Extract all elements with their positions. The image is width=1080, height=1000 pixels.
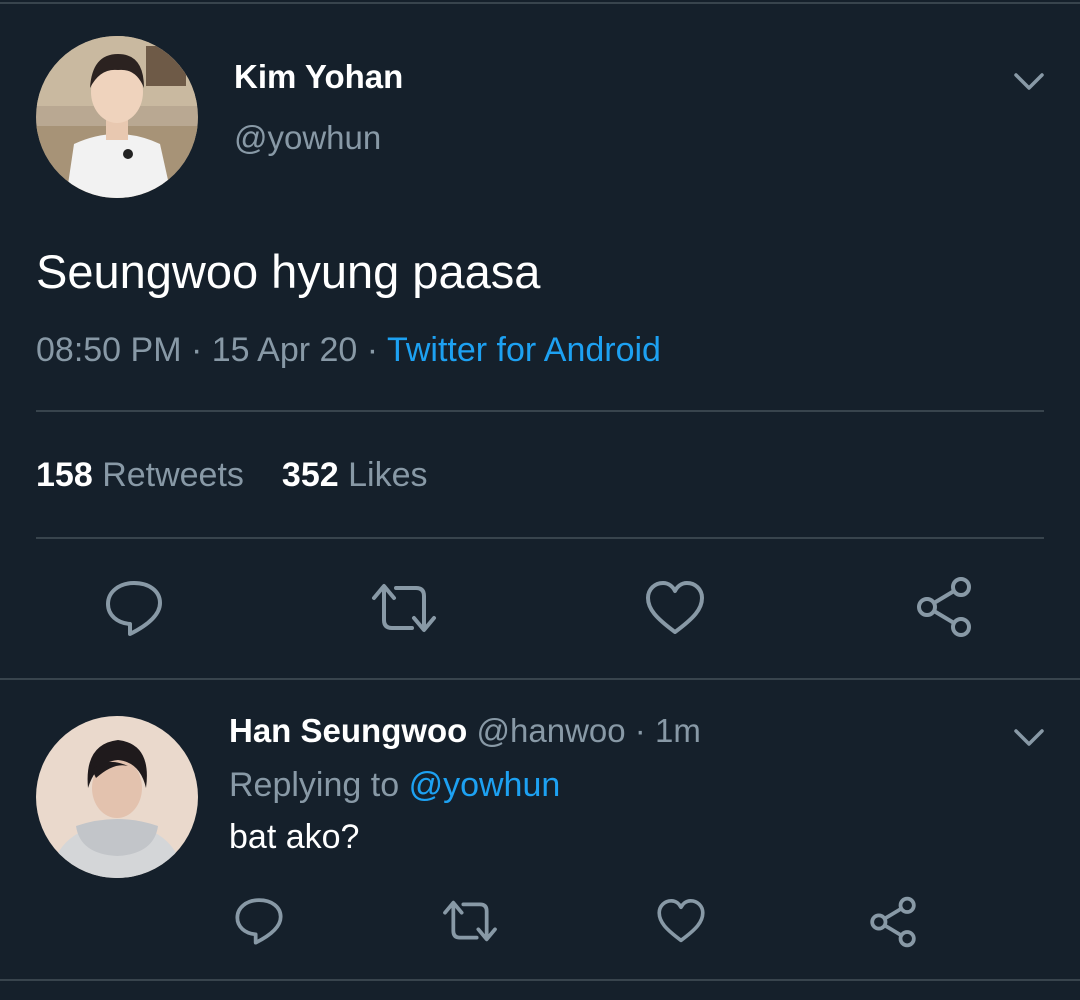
retweet-icon[interactable] — [440, 896, 500, 946]
mention-link[interactable]: @yowhun — [409, 766, 561, 804]
user-handle[interactable]: @yowhun — [234, 119, 381, 157]
likes-stat[interactable]: 352 Likes — [282, 456, 428, 494]
retweet-count: 158 — [36, 456, 93, 494]
tweet-time-ago: 1m — [654, 712, 701, 749]
tweet-detail-screen: Kim Yohan @yowhun Seungwoo hyung paasa 0… — [0, 0, 1080, 1000]
avatar[interactable] — [36, 716, 198, 878]
divider — [0, 979, 1080, 981]
tweet-text: Seungwoo hyung paasa — [36, 245, 541, 298]
share-icon[interactable] — [868, 896, 918, 948]
tweet-source-link[interactable]: Twitter for Android — [387, 331, 661, 369]
retweet-label: Retweets — [102, 456, 244, 494]
chevron-down-icon[interactable] — [1012, 722, 1046, 752]
divider — [36, 410, 1044, 412]
separator: · — [366, 331, 379, 369]
reply-header: Han Seungwoo @hanwoo · 1m — [229, 712, 701, 750]
reply-icon[interactable] — [104, 578, 164, 638]
separator: · — [634, 712, 646, 749]
tweet-meta: 08:50 PM · 15 Apr 20 · Twitter for Andro… — [36, 331, 661, 370]
reply-text: bat ako? — [229, 818, 360, 856]
chevron-down-icon[interactable] — [1012, 66, 1046, 96]
share-icon[interactable] — [914, 576, 974, 638]
divider — [0, 678, 1080, 680]
tweet-time: 08:50 PM — [36, 331, 182, 369]
like-icon[interactable] — [644, 578, 706, 638]
like-icon[interactable] — [656, 896, 706, 946]
separator: · — [190, 331, 203, 369]
display-name[interactable]: Kim Yohan — [234, 58, 403, 96]
like-count: 352 — [281, 456, 339, 494]
reply-icon[interactable] — [234, 896, 284, 946]
retweets-stat[interactable]: 158 Retweets — [36, 456, 244, 494]
tweet-date: 15 Apr 20 — [211, 331, 358, 369]
top-divider — [0, 2, 1080, 4]
tweet-stats: 158 Retweets 352 Likes — [36, 456, 427, 495]
avatar[interactable] — [36, 36, 198, 198]
display-name[interactable]: Han Seungwoo — [229, 712, 467, 749]
divider — [36, 537, 1044, 539]
replying-label: Replying to — [229, 766, 400, 804]
like-label: Likes — [348, 456, 428, 494]
user-handle[interactable]: @hanwoo — [477, 712, 626, 749]
replying-to: Replying to @yowhun — [229, 766, 560, 805]
retweet-icon[interactable] — [368, 578, 440, 638]
